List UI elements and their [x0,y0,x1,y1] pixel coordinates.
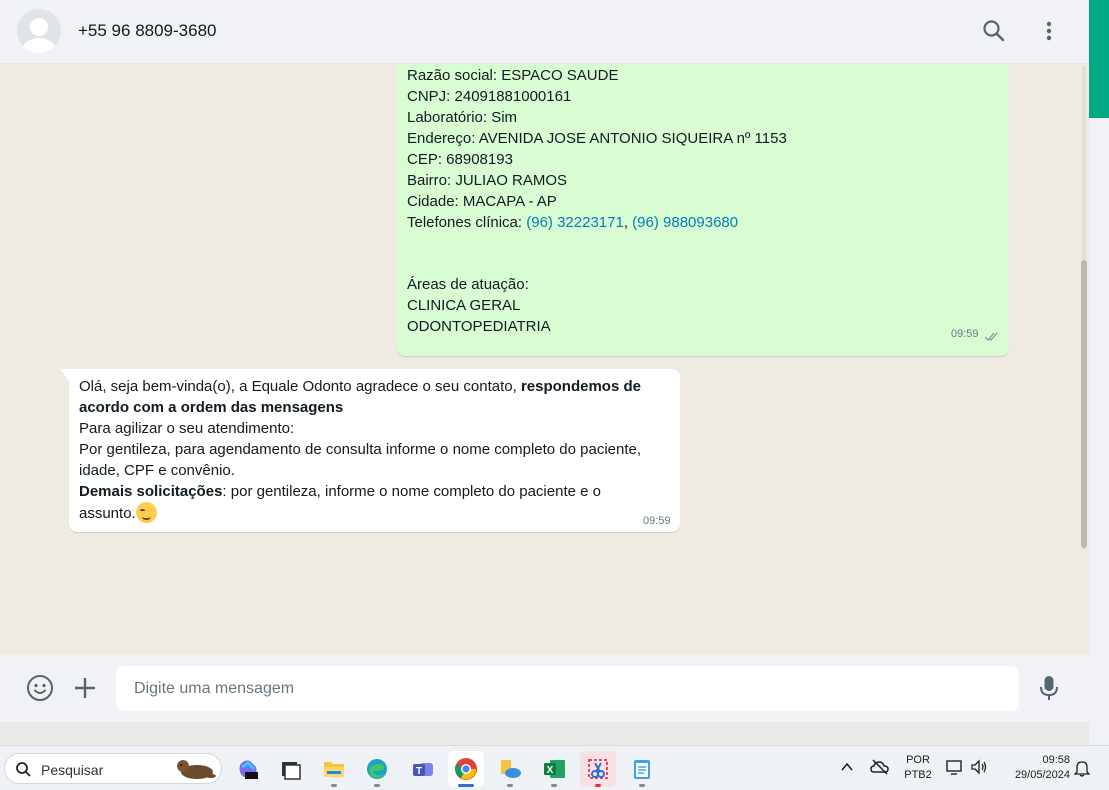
svg-text:X: X [547,765,554,776]
message-line: Endereço: AVENIDA JOSE ANTONIO SIQUEIRA … [407,130,787,147]
task-view-app[interactable] [272,751,308,787]
message-line: Bairro: JULIAO RAMOS [407,172,568,189]
greeting-text: Olá, seja bem-vinda(o), a Equale Odonto … [79,378,521,395]
message-line: assunto. [79,502,157,524]
search-icon [15,761,32,783]
message-time: 09:59 [951,328,979,340]
smiling-face-emoji [135,502,157,523]
outgoing-message[interactable]: Razão social: ESPACO SAUDE CNPJ: 2409188… [397,64,1009,356]
clock-time: 09:58 [1042,754,1070,766]
contact-name[interactable]: +55 96 8809-3680 [78,21,217,41]
message-time: 09:59 [643,515,671,527]
message-line: idade, CPF e convênio. [79,462,235,479]
menu-icon[interactable] [1036,18,1062,44]
plus-icon[interactable] [71,674,99,702]
phone-link[interactable]: (96) 988093680 [632,214,738,231]
edge-app[interactable] [359,751,395,787]
whatsapp-window: +55 96 8809-3680 Razão social: ESPACO SA… [0,0,1089,722]
window-edge [1089,0,1109,745]
mic-icon[interactable] [1036,674,1064,702]
language-code: POR [906,754,930,766]
copilot-app[interactable] [230,751,266,787]
phone-link[interactable]: (96) 32223171 [526,214,624,231]
accent-strip [1089,0,1109,118]
composer-bar [0,654,1089,722]
svg-text:T: T [416,766,422,777]
contact-avatar[interactable] [17,9,61,53]
message-line: Razão social: ESPACO SAUDE [407,67,619,84]
message-line: ODONTOPEDIATRIA [407,318,551,335]
teams-app[interactable]: T [405,751,441,787]
phones-label: Telefones clínica: [407,214,527,231]
snipping-tool-app[interactable] [580,751,616,787]
running-indicator [331,784,337,787]
message-line: CLINICA GERAL [407,297,521,314]
avatar-head [30,18,48,36]
chevron-up-icon[interactable] [840,760,854,779]
phone-separator: , [623,214,633,231]
incoming-message[interactable]: Olá, seja bem-vinda(o), a Equale Odonto … [61,369,680,532]
message-line: CNPJ: 24091881000161 [407,88,572,105]
running-indicator [595,784,601,787]
chat-header: +55 96 8809-3680 [0,0,1089,64]
message-line: Laboratório: Sim [407,109,518,126]
message-line: CEP: 68908193 [407,151,513,168]
chat-area[interactable]: Razão social: ESPACO SAUDE CNPJ: 2409188… [0,64,1089,654]
volume-icon[interactable] [970,759,988,780]
bubble-tail [61,369,69,382]
keyboard-layout: PTB2 [904,769,932,781]
chat-scrollbar[interactable] [1080,66,1088,550]
scrollbar-thumb[interactable] [1081,260,1087,548]
message-line-phones: Telefones clínica: (96) 32223171, (96) 9… [407,212,738,233]
active-indicator [458,784,474,787]
onedrive-app[interactable] [492,751,528,787]
excel-app[interactable]: X [536,751,572,787]
chrome-app[interactable] [448,751,484,787]
avatar-body [22,38,56,53]
message-line: Por gentileza, para agendamento de consu… [79,441,642,458]
search-icon[interactable] [981,18,1007,44]
message-line: Cidade: MACAPA - AP [407,193,557,210]
message-input[interactable] [116,666,1019,711]
other-requests-bold: Demais solicitações [79,483,223,500]
greeting-bold-cont: acordo com a ordem das mensagens [79,399,344,416]
message-line: Olá, seja bem-vinda(o), a Equale Odonto … [79,376,641,397]
cloud-offline-icon[interactable] [870,758,890,781]
emoji-icon[interactable] [26,674,54,702]
clock[interactable]: 09:58 29/05/2024 [1000,754,1070,781]
message-line: Para agilizar o seu atendimento: [79,420,295,437]
running-indicator [507,784,513,787]
running-indicator [551,784,557,787]
language-indicator[interactable]: POR PTB2 [900,754,936,781]
network-icon[interactable] [946,759,964,780]
message-line: Demais solicitações: por gentileza, info… [79,481,601,502]
other-requests-text: : por gentileza, informe o nome completo… [222,483,601,500]
running-indicator [374,784,380,787]
running-indicator [639,784,645,787]
search-placeholder: Pesquisar [41,762,104,778]
message-line: Áreas de atuação: [407,276,529,293]
otter-illustration-icon [173,756,217,787]
file-explorer-app[interactable] [316,751,352,787]
message-line: acordo com a ordem das mensagens [79,397,343,418]
taskbar-search[interactable]: Pesquisar [4,753,222,784]
windows-taskbar: Pesquisar T X POR PTB2 09:58 29/05/2024 [0,745,1109,790]
subject-text: assunto. [79,505,136,522]
notepad-app[interactable] [624,751,660,787]
greeting-bold: respondemos de [520,378,641,395]
clock-date: 29/05/2024 [1014,769,1070,781]
notification-bell-icon[interactable] [1073,759,1091,782]
read-receipt-icon [984,329,1000,347]
